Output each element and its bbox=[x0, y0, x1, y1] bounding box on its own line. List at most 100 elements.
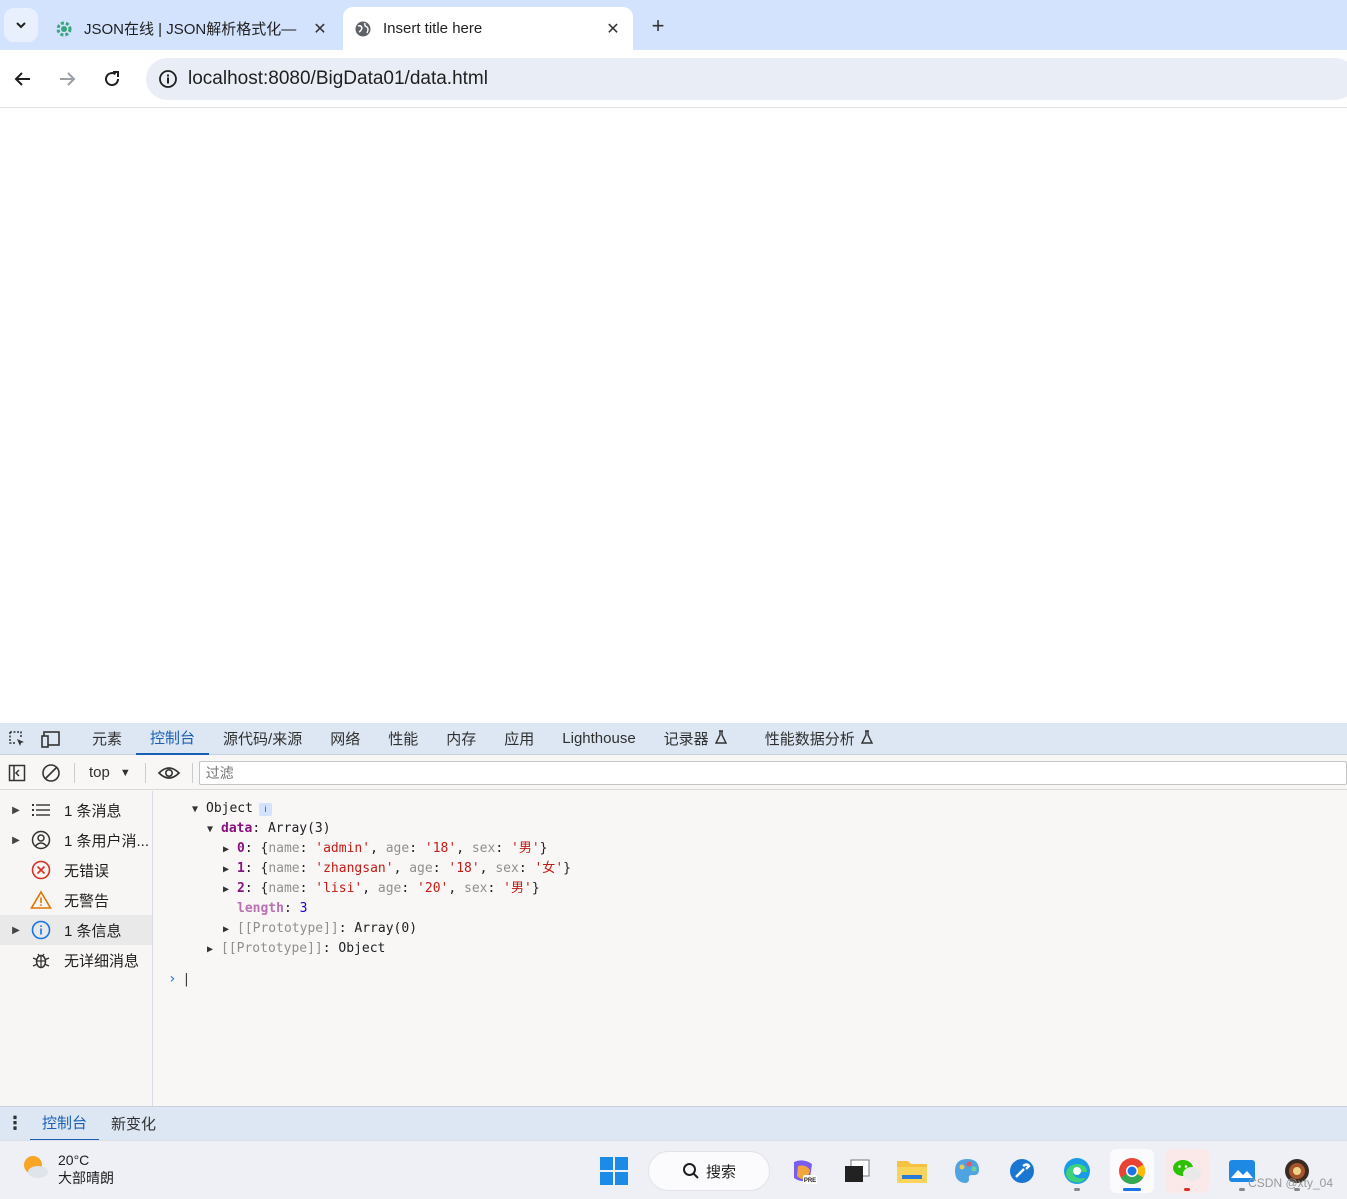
context-selector[interactable]: top ▼ bbox=[81, 764, 139, 781]
weather-widget[interactable]: 20°C 大部晴朗 bbox=[20, 1151, 114, 1187]
value-sex: 男 bbox=[518, 841, 532, 856]
taskbar-search[interactable]: 搜索 bbox=[648, 1151, 770, 1191]
console-prototype-row[interactable]: ▶ [[Prototype]]: Array(0) bbox=[223, 919, 417, 939]
arrow-left-icon bbox=[14, 72, 30, 86]
filter-input[interactable] bbox=[198, 760, 1347, 785]
device-toolbar-icon[interactable] bbox=[34, 723, 68, 755]
expand-arrow-icon: ▶ bbox=[12, 924, 20, 936]
chrome-app[interactable] bbox=[1110, 1149, 1154, 1193]
tab-network[interactable]: 网络 bbox=[316, 723, 374, 755]
new-tab-button[interactable]: + bbox=[644, 12, 672, 40]
console-output[interactable]: ▼ Object i ▼ data: Array(3) ▶ 0: {name: 'adm… bbox=[154, 791, 1347, 1106]
wechat-app[interactable] bbox=[1165, 1149, 1209, 1193]
array-index: 0 bbox=[237, 841, 245, 856]
browser-tab-json[interactable]: JSON在线 | JSON解析格式化— ✕ bbox=[44, 7, 340, 50]
prompt-chevron-icon: › bbox=[168, 971, 177, 987]
watermark: CSDN @xty_04 bbox=[1248, 1176, 1333, 1190]
collapse-arrow-icon[interactable]: ▼ bbox=[192, 800, 206, 820]
file-explorer-app[interactable] bbox=[890, 1149, 934, 1193]
sidebar-item-info[interactable]: ▶ 1 条信息 bbox=[0, 915, 152, 945]
forward-button[interactable] bbox=[50, 62, 84, 96]
close-tab-icon[interactable]: ✕ bbox=[601, 17, 625, 41]
gear-favicon-icon bbox=[54, 19, 74, 39]
divider bbox=[74, 762, 75, 783]
tab-recorder[interactable]: 记录器 bbox=[650, 723, 741, 755]
drawer-tab-changes[interactable]: 新变化 bbox=[99, 1107, 168, 1141]
task-view-app[interactable] bbox=[835, 1149, 879, 1193]
tab-application[interactable]: 应用 bbox=[490, 723, 548, 755]
property-value: Array(0) bbox=[354, 921, 418, 936]
chrome-icon bbox=[1119, 1158, 1146, 1185]
sidebar-toggle-icon[interactable] bbox=[0, 757, 34, 789]
property-key: length bbox=[237, 901, 284, 916]
sidebar-item-user-messages[interactable]: ▶ 1 条用户消... bbox=[0, 825, 152, 855]
sidebar-item-messages[interactable]: ▶ 1 条消息 bbox=[0, 795, 152, 825]
tab-elements[interactable]: 元素 bbox=[78, 723, 136, 755]
running-indicator bbox=[1074, 1188, 1080, 1191]
copilot-app[interactable]: PRE bbox=[781, 1149, 825, 1193]
info-badge-icon[interactable]: i bbox=[258, 803, 272, 816]
console-array-item[interactable]: ▶ 0: {name: 'admin', age: '18', sex: '男'} bbox=[223, 839, 547, 859]
console-array-item[interactable]: ▶ 1: {name: 'zhangsan', age: '18', sex: '… bbox=[223, 859, 571, 879]
address-bar[interactable]: localhost:8080/BigData01/data.html bbox=[146, 58, 1347, 100]
inspect-element-icon[interactable] bbox=[0, 723, 34, 755]
close-tab-icon[interactable]: ✕ bbox=[308, 17, 332, 41]
property-key: [[Prototype]] bbox=[237, 921, 339, 936]
console-data-row[interactable]: ▼ data: Array(3) bbox=[207, 819, 331, 839]
tab-sources[interactable]: 源代码/来源 bbox=[209, 723, 316, 755]
expand-arrow-icon[interactable]: ▶ bbox=[223, 880, 237, 900]
tab-performance-insights-label: 性能数据分析 bbox=[764, 731, 855, 748]
start-button[interactable] bbox=[592, 1149, 636, 1193]
reload-icon bbox=[105, 71, 120, 87]
sidebar-item-verbose[interactable]: 无详细消息 bbox=[0, 945, 152, 975]
weather-description: 大部晴朗 bbox=[58, 1170, 114, 1186]
property-key: data bbox=[221, 821, 253, 836]
wrench-icon bbox=[1010, 1159, 1034, 1183]
site-info-icon[interactable] bbox=[148, 69, 188, 89]
divider bbox=[144, 762, 146, 783]
expand-arrow-icon[interactable]: ▶ bbox=[223, 840, 237, 860]
sidebar-item-label: 1 条用户消... bbox=[64, 832, 150, 850]
value-age: 20 bbox=[424, 881, 441, 896]
browser-tab-active[interactable]: Insert title here ✕ bbox=[343, 7, 633, 50]
paint-app[interactable] bbox=[945, 1149, 989, 1193]
expand-arrow-icon[interactable]: ▶ bbox=[223, 860, 237, 880]
sidebar-item-errors[interactable]: 无错误 bbox=[0, 855, 152, 885]
user-icon bbox=[24, 830, 58, 850]
expand-arrow-icon: ▶ bbox=[12, 804, 20, 816]
reload-button[interactable] bbox=[95, 62, 129, 96]
console-prototype-row[interactable]: ▶ [[Prototype]]: Object bbox=[207, 939, 385, 959]
tab-memory[interactable]: 内存 bbox=[432, 723, 490, 755]
array-index: 2 bbox=[237, 881, 245, 896]
drawer-tab-console[interactable]: 控制台 bbox=[30, 1107, 100, 1141]
info-icon bbox=[24, 920, 58, 940]
sidebar-item-warnings[interactable]: 无警告 bbox=[0, 885, 152, 915]
tab-performance[interactable]: 性能 bbox=[374, 723, 432, 755]
console-object-row[interactable]: ▼ Object i bbox=[192, 799, 272, 819]
tab-performance-insights[interactable]: 性能数据分析 bbox=[751, 723, 887, 755]
value-sex: 女 bbox=[542, 861, 556, 876]
tab-search-button[interactable] bbox=[4, 8, 38, 42]
edge-app[interactable] bbox=[1055, 1149, 1099, 1193]
array-index: 1 bbox=[237, 861, 245, 876]
bug-icon bbox=[24, 950, 58, 970]
tab-lighthouse[interactable]: Lighthouse bbox=[548, 723, 649, 755]
console-array-item[interactable]: ▶ 2: {name: 'lisi', age: '20', sex: '男'} bbox=[223, 879, 540, 899]
collapse-arrow-icon[interactable]: ▼ bbox=[207, 820, 221, 840]
more-options-icon[interactable]: ⋮ bbox=[0, 1113, 30, 1134]
back-button[interactable] bbox=[6, 62, 40, 96]
console-prompt[interactable]: › | bbox=[168, 969, 190, 989]
tab-console[interactable]: 控制台 bbox=[136, 723, 210, 755]
divider bbox=[191, 762, 193, 783]
expand-arrow-icon[interactable]: ▶ bbox=[207, 940, 221, 960]
temperature: 20°C bbox=[58, 1152, 90, 1168]
warning-icon bbox=[24, 890, 58, 910]
live-expression-eye-icon[interactable] bbox=[152, 757, 186, 789]
value-name: admin bbox=[323, 841, 363, 856]
page-viewport[interactable] bbox=[0, 109, 1347, 723]
property-value: Object bbox=[338, 941, 386, 956]
arrow-right-icon bbox=[60, 72, 76, 86]
clear-console-icon[interactable] bbox=[34, 757, 68, 789]
tools-app[interactable] bbox=[1000, 1149, 1044, 1193]
expand-arrow-icon[interactable]: ▶ bbox=[223, 920, 237, 940]
